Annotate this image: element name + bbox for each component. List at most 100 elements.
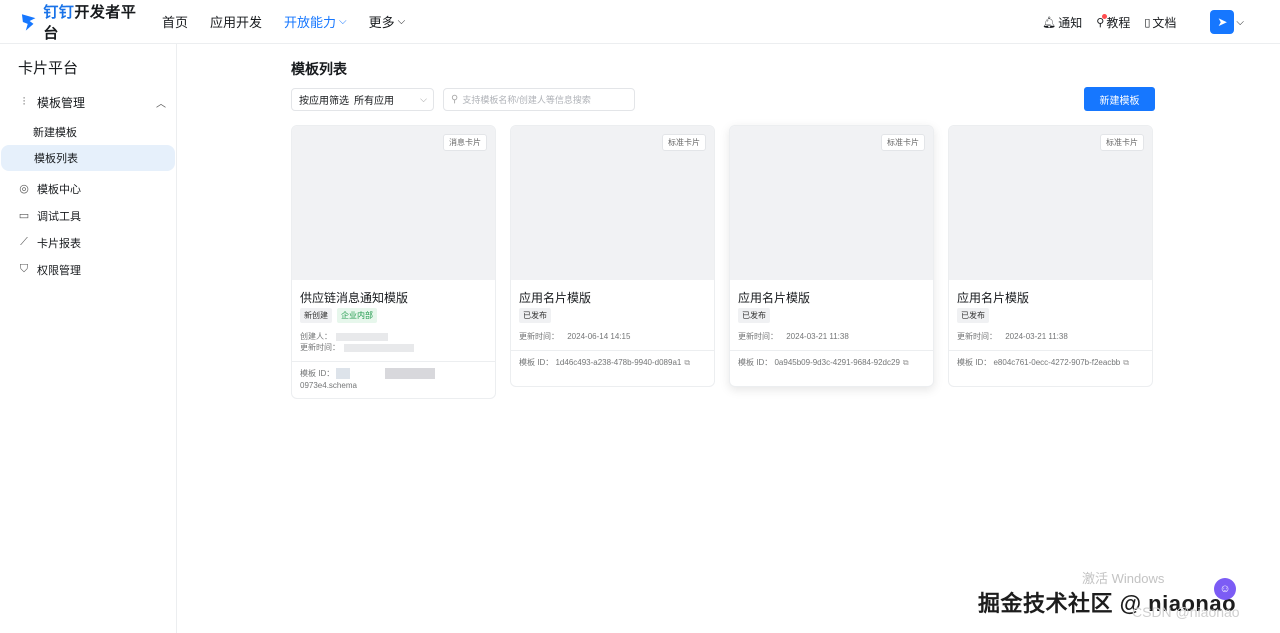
search-box: ⚲ [443,88,635,111]
app-filter-select[interactable]: 按应用筛选 所有应用 ⌵ [291,88,434,111]
assistant-float-button[interactable]: ☺ [1214,578,1236,600]
card-preview[interactable]: 消息卡片 [292,126,495,280]
sidebar-item-label: 模板列表 [34,153,78,165]
template-card[interactable]: 标准卡片 应用名片模版 已发布 更新时间： 2024-03-21 11:38 模… [948,125,1153,387]
divider [949,350,1152,351]
redacted-block [384,368,435,380]
sidebar-item-debug-tools[interactable]: ▭ 调试工具 [0,202,176,229]
unread-dot [1102,13,1108,19]
status-tag: 已发布 [519,308,551,323]
logo[interactable]: 钉钉开发者平台 [20,1,148,43]
logo-text: 钉钉开发者平台 [43,1,148,43]
filter-label: 按应用筛选 [299,96,349,107]
chevron-up-icon: ︿ [156,98,166,110]
location-pin-icon: ⚲ [1096,13,1108,29]
template-id-value: e804c761-0ecc-4272-907b-f2eacbb [993,358,1121,367]
bell-icon: 🔔︎ [1042,16,1057,29]
template-card[interactable]: 标准卡片 应用名片模版 已发布 更新时间： 2024-06-14 14:15 模… [510,125,715,387]
nav-label: 应用开发 [210,15,263,30]
sidebar-group-label: 模板管理 [37,95,86,110]
dingtalk-logo-icon [21,13,36,31]
target-icon: ◎ [19,183,29,195]
scope-tag: 企业内部 [337,308,377,323]
docs-button[interactable]: ▯ 文档 [1144,14,1176,31]
nav-item-app-dev[interactable]: 应用开发 [210,12,262,31]
updated-time: 2024-06-14 14:15 [567,332,631,341]
status-tag: 已发布 [738,308,770,323]
status-tag: 已发布 [957,308,989,323]
new-template-button[interactable]: 新建模板 [1084,87,1155,111]
sidebar-item-template-list[interactable]: 模板列表 [1,145,175,171]
sidebar-title: 卡片平台 [18,60,79,77]
card-type-badge: 标准卡片 [662,134,706,151]
tutorial-button[interactable]: ⚲ 教程 [1096,13,1131,31]
nav-label: 首页 [162,15,189,30]
card-name: 应用名片模版 [519,291,592,305]
sidebar-item-label: 模板中心 [37,183,81,196]
chevron-down-icon[interactable]: ⌵ [1236,17,1244,28]
template-id-label: 模板 ID： [519,358,554,367]
card-preview[interactable]: 标准卡片 [511,126,714,280]
main-content: 模板列表 按应用筛选 所有应用 ⌵ ⚲ 新建模板 消息卡片 供应链消息通知模版 … [177,44,1280,633]
windows-activation-watermark: 激活 Windows [1082,571,1165,586]
tutorial-label: 教程 [1106,15,1131,30]
filter-value: 所有应用 [354,96,394,107]
docs-label: 文档 [1152,15,1177,30]
card-tags: 已发布 [738,308,933,323]
sidebar-item-label: 卡片报表 [37,237,81,250]
avatar[interactable]: ➤ [1210,10,1235,34]
nav-item-more[interactable]: 更多 ⌵ [369,12,406,31]
status-tag: 新创建 [300,308,332,323]
notify-label: 通知 [1058,15,1083,30]
card-type-badge: 消息卡片 [443,134,487,151]
sidebar-item-template-center[interactable]: ◎ 模板中心 [0,175,176,202]
nav-label: 更多 [368,15,395,30]
card-meta: 更新时间： 2024-03-21 11:38 [957,331,1152,342]
template-id-label: 模板 ID： [300,369,335,378]
template-card[interactable]: 标准卡片 应用名片模版 已发布 更新时间： 2024-03-21 11:38 模… [729,125,934,387]
nav-item-open-capability[interactable]: 开放能力 ⌵ [284,12,347,31]
redacted-block [336,332,388,341]
card-meta: 更新时间： 2024-06-14 14:15 [519,331,714,342]
template-id: 模板 ID： 0a945b09-9d3c-4291-9684-92dc29 ⧉ [738,357,933,369]
sidebar-item-card-reports[interactable]: ⟋ 卡片报表 [0,229,176,256]
updated-label: 更新时间： [957,332,997,341]
card-tags: 新创建 企业内部 [300,308,495,323]
search-input[interactable] [462,94,623,105]
sidebar-group-template-management[interactable]: ⫶ 模板管理 ︿ [0,88,176,116]
divider [511,350,714,351]
divider [730,350,933,351]
updated-time: 2024-03-21 11:38 [786,332,849,341]
sidebar-item-label: 新建模板 [33,127,77,139]
card-preview[interactable]: 标准卡片 [949,126,1152,280]
updated-label: 更新时间： [519,332,559,341]
updated-label: 更新时间： [300,343,340,352]
sidebar-item-permissions[interactable]: ⛉ 权限管理 [0,256,176,283]
monitor-icon: ▭ [18,210,30,222]
template-id-suffix: 0973e4.schema [300,381,357,390]
top-right-actions: 🔔︎ 通知 ⚲ 教程 ▯ 文档 ➤ ⌵ [1028,0,1244,44]
shield-icon: ⛉ [19,263,29,275]
template-card[interactable]: 消息卡片 供应链消息通知模版 新创建 企业内部 创建人： 更新时间： 模板 ID… [291,125,496,399]
notify-button[interactable]: 🔔︎ 通知 [1042,14,1082,31]
nav-item-home[interactable]: 首页 [162,12,188,31]
template-id: 模板 ID： e804c761-0ecc-4272-907b-f2eacbb ⧉ [957,357,1152,369]
card-name: 应用名片模版 [957,291,1030,305]
card-preview[interactable]: 标准卡片 [730,126,933,280]
card-tags: 已发布 [519,308,714,323]
card-meta: 创建人： 更新时间： [300,331,495,353]
book-icon: ▯ [1144,16,1151,29]
divider [292,361,495,362]
logo-brand: 钉钉 [43,3,75,21]
sidebar-item-new-template[interactable]: 新建模板 [0,119,176,145]
copy-icon[interactable]: ⧉ [684,358,690,367]
card-meta: 更新时间： 2024-03-21 11:38 [738,331,933,342]
card-type-badge: 标准卡片 [1100,134,1144,151]
sliders-icon: ⫶ [22,95,26,108]
template-id-value: 1d46c493-a238-478b-9940-d089a1 [555,358,682,367]
csdn-watermark: CSDN @niaonao [1132,604,1240,620]
copy-icon[interactable]: ⧉ [1123,358,1129,367]
copy-icon[interactable]: ⧉ [903,358,909,367]
chart-icon: ⟋ [20,236,28,248]
template-id-value: 0a945b09-9d3c-4291-9684-92dc29 [774,358,900,367]
